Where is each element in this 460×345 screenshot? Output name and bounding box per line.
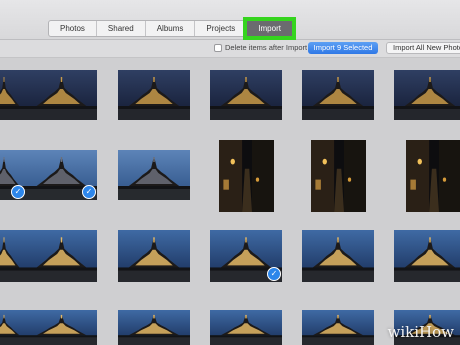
photo-thumbnail[interactable] <box>302 230 374 282</box>
photo-thumbnail[interactable] <box>118 230 190 282</box>
wikihow-watermark: wikiHow <box>387 323 454 341</box>
view-tabs: Photos Shared Albums Projects Import <box>48 17 296 40</box>
photo-thumbnail[interactable] <box>26 70 97 120</box>
photo-thumbnail[interactable] <box>0 230 26 282</box>
tab-shared[interactable]: Shared <box>97 21 146 36</box>
photo-thumbnail[interactable] <box>210 310 282 345</box>
import-all-button[interactable]: Import All New Photos <box>386 42 460 54</box>
photo-thumbnail[interactable] <box>118 70 190 120</box>
photo-thumbnail[interactable] <box>302 70 374 120</box>
tab-albums[interactable]: Albums <box>146 21 196 36</box>
import-toolbar: Delete items after Import Import 9 Selec… <box>0 40 460 58</box>
delete-after-import-checkbox[interactable] <box>214 44 222 52</box>
import-selected-button[interactable]: Import 9 Selected <box>308 42 378 54</box>
photo-thumbnail[interactable] <box>302 310 374 345</box>
delete-after-import-label: Delete items after Import <box>225 43 308 52</box>
photo-thumbnail[interactable] <box>394 230 460 282</box>
tab-projects[interactable]: Projects <box>195 21 248 36</box>
photo-thumbnail[interactable] <box>311 140 366 212</box>
photo-thumbnail[interactable] <box>0 70 26 120</box>
tab-import[interactable]: Import <box>243 17 296 40</box>
photo-thumbnail[interactable] <box>118 150 190 200</box>
photo-thumbnail[interactable] <box>118 310 190 345</box>
selected-check-icon[interactable]: ✓ <box>82 185 96 199</box>
top-toolbar: Photos Shared Albums Projects Import <box>0 0 460 40</box>
photo-thumbnail[interactable] <box>210 70 282 120</box>
photo-thumbnail[interactable] <box>26 310 97 345</box>
photo-thumbnail[interactable] <box>0 310 26 345</box>
photo-thumbnail[interactable] <box>394 70 460 120</box>
photo-thumbnail[interactable] <box>219 140 274 212</box>
photo-thumbnail[interactable] <box>26 230 97 282</box>
photo-thumbnail[interactable] <box>406 140 460 212</box>
tab-photos[interactable]: Photos <box>49 21 97 36</box>
selected-check-icon[interactable]: ✓ <box>11 185 25 199</box>
selected-check-icon[interactable]: ✓ <box>267 267 281 281</box>
